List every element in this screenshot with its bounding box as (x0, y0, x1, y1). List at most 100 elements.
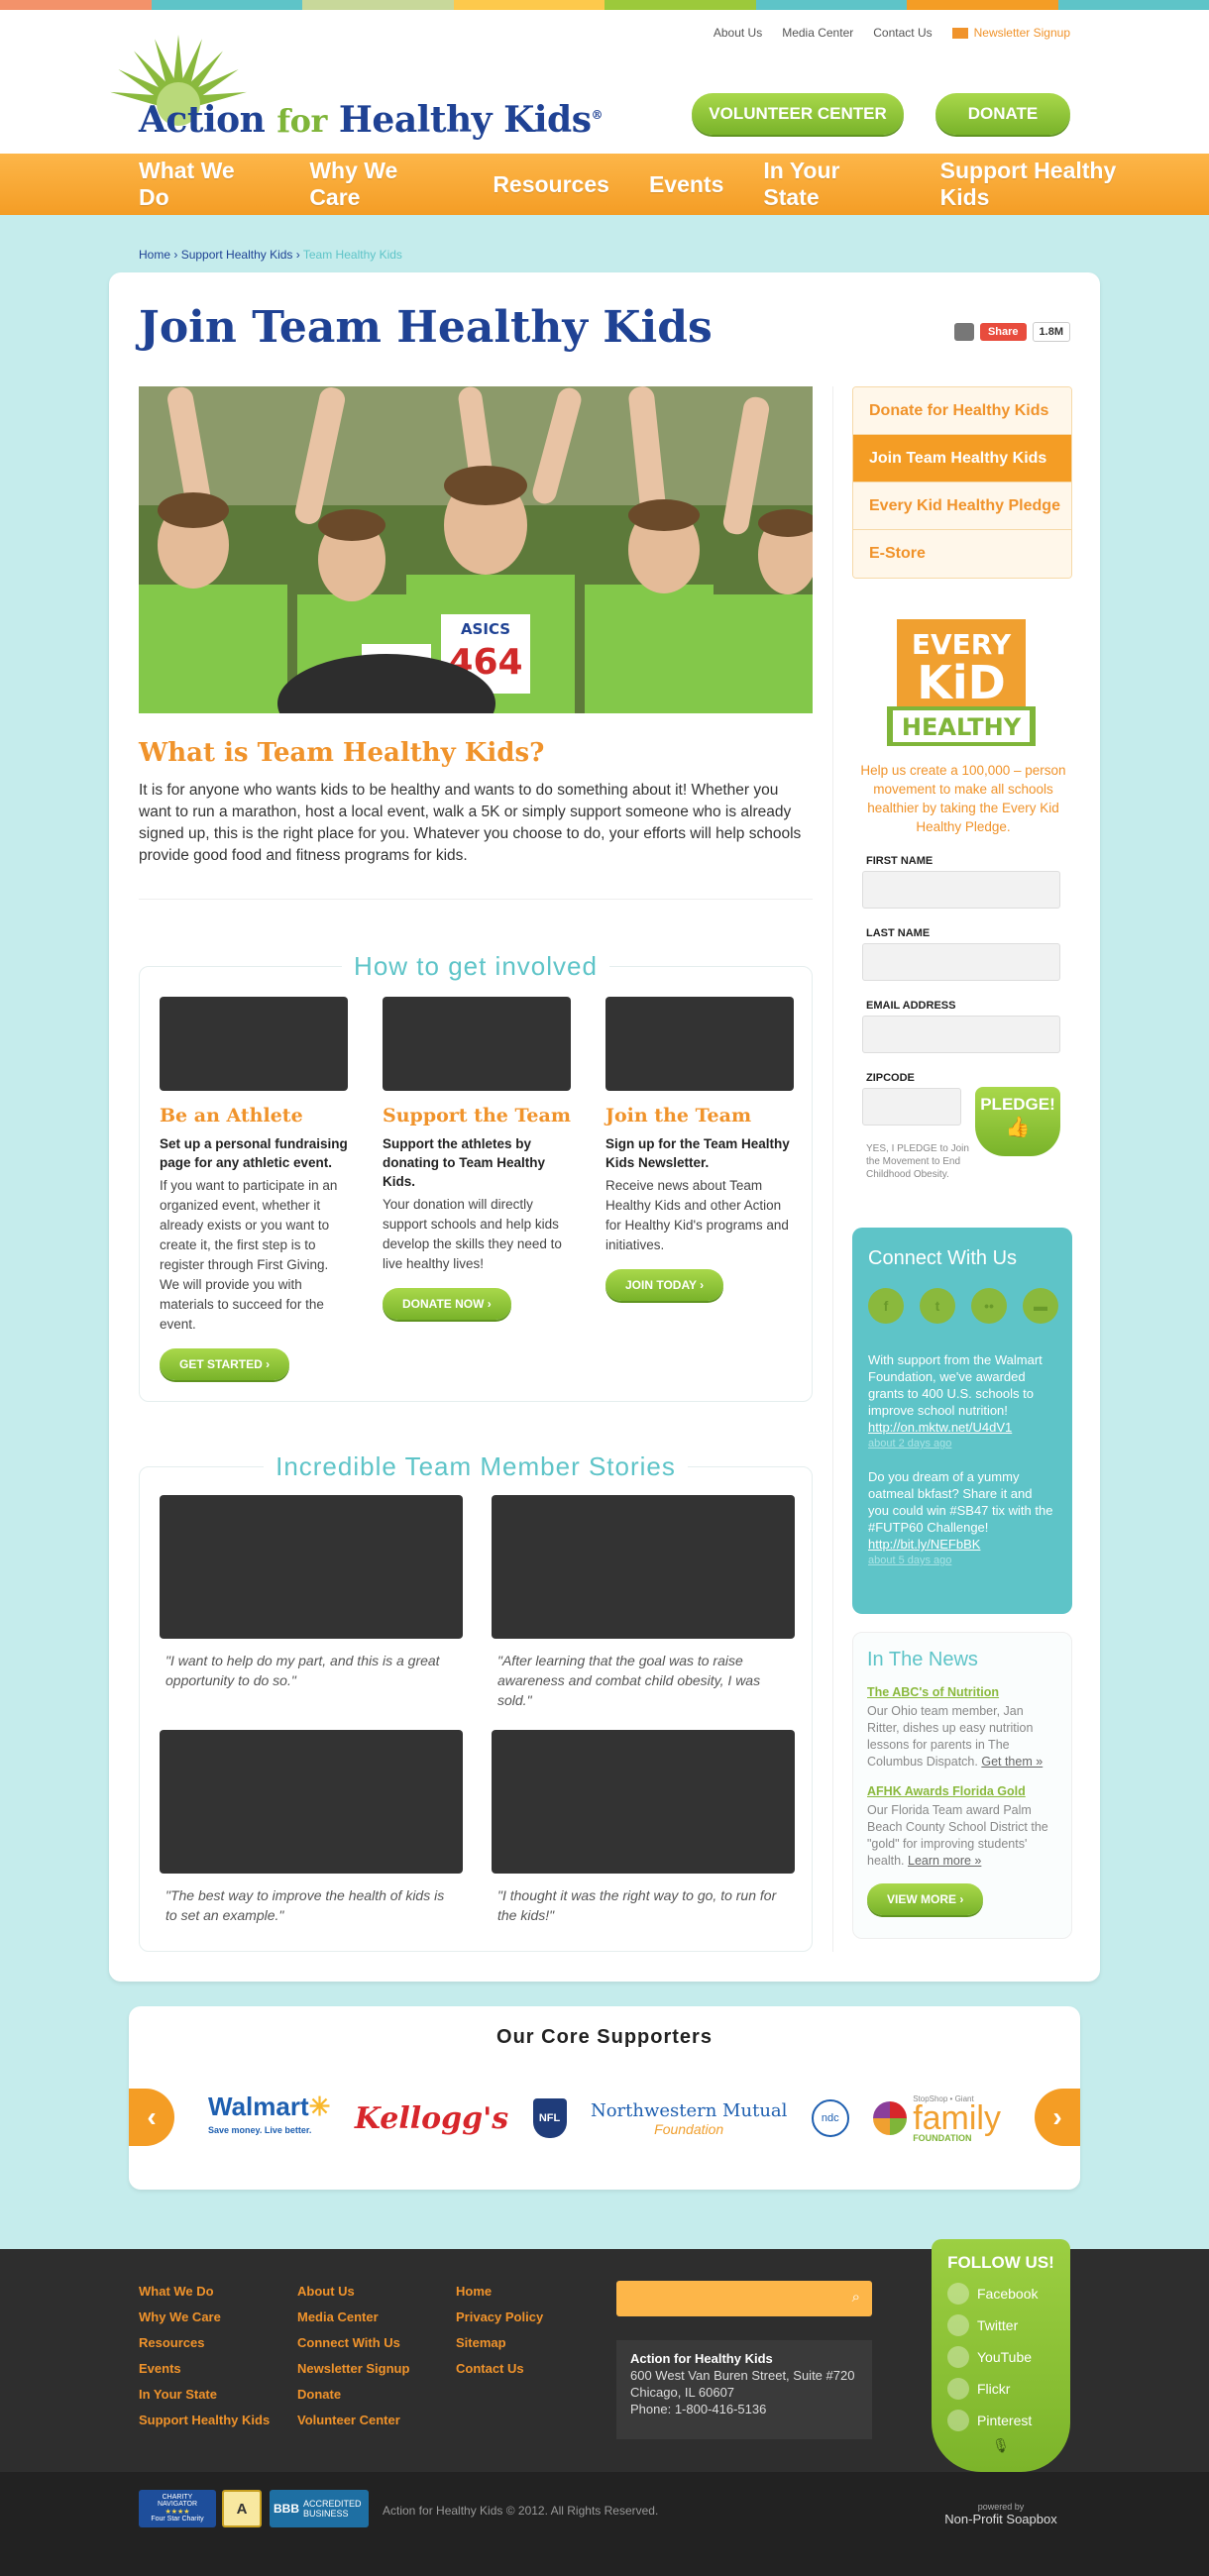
story-video[interactable] (160, 1495, 463, 1639)
tweet-time[interactable]: about 5 days ago (868, 1553, 1056, 1569)
subnav-estore[interactable]: E-Store (853, 530, 1071, 578)
story-video[interactable] (492, 1495, 795, 1639)
tweet-link[interactable]: http://bit.ly/NEFbBK (868, 1537, 980, 1552)
subnav-join-team[interactable]: Join Team Healthy Kids (853, 435, 1071, 483)
nfl-logo[interactable]: NFL (532, 2098, 567, 2138)
footer-link[interactable]: Donate (297, 2382, 409, 2408)
address-line1: 600 West Van Buren Street, Suite #720 (630, 2368, 855, 2383)
walmart-logo[interactable]: Walmart✳ Save money. Live better. (208, 2092, 331, 2142)
newsletter-link[interactable]: Newsletter Signup (951, 26, 1070, 40)
a-rating-badge[interactable]: A (222, 2490, 262, 2527)
footer-link[interactable]: Support Healthy Kids (139, 2408, 270, 2433)
footer-link[interactable]: Volunteer Center (297, 2408, 409, 2433)
first-name-label: FIRST NAME (866, 855, 934, 867)
walmart-spark-icon: ✳ (308, 2092, 331, 2121)
email-field[interactable] (862, 1016, 1060, 1053)
facebook-icon[interactable]: f (868, 1288, 904, 1324)
subnav-pledge[interactable]: Every Kid Healthy Pledge (853, 483, 1071, 530)
site-header: About Us Media Center Contact Us Newslet… (0, 10, 1209, 154)
share-button[interactable]: Share (979, 323, 1027, 341)
follow-flickr[interactable]: Flickr (932, 2378, 1070, 2400)
footer-link[interactable]: Media Center (297, 2305, 409, 2330)
view-more-button[interactable]: VIEW MORE › (867, 1883, 984, 1915)
news-item-more[interactable]: Learn more » (908, 1854, 981, 1868)
kelloggs-logo[interactable]: Kellogg's (355, 2101, 508, 2136)
walmart-name: Walmart (208, 2092, 309, 2121)
footer-col-2: About Us Media Center Connect With Us Ne… (297, 2279, 409, 2433)
footer-link[interactable]: Home (456, 2279, 543, 2305)
carousel-prev-arrow[interactable]: ‹ (129, 2089, 174, 2146)
involve-col-join: Join the Team Sign up for the Team Healt… (605, 997, 794, 1301)
carousel-next-arrow[interactable]: › (1035, 2089, 1080, 2146)
involved-title-text: How to get involved (342, 951, 609, 981)
charity-navigator-badge[interactable]: CHARITY NAVIGATOR ★★★★ Four Star Charity (139, 2490, 216, 2527)
ndc-logo[interactable]: ndc (811, 2099, 849, 2137)
newsletter-label: Newsletter Signup (973, 26, 1070, 40)
youtube-icon[interactable]: ▬ (1023, 1288, 1058, 1324)
subnav-donate[interactable]: Donate for Healthy Kids (853, 387, 1071, 435)
footer-link[interactable]: What We Do (139, 2279, 270, 2305)
last-name-label: LAST NAME (866, 927, 931, 939)
pledge-button[interactable]: PLEDGE! 👍 (975, 1087, 1060, 1156)
tweet-link[interactable]: http://on.mktw.net/U4dV1 (868, 1420, 1012, 1435)
flickr-icon[interactable]: •• (971, 1288, 1007, 1324)
breadcrumb-home[interactable]: Home (139, 248, 170, 262)
footer-link[interactable]: Newsletter Signup (297, 2356, 409, 2382)
nav-support-healthy-kids[interactable]: Support Healthy Kids (940, 158, 1169, 211)
follow-label: Pinterest (977, 2413, 1033, 2428)
get-started-button[interactable]: GET STARTED › (160, 1348, 290, 1380)
follow-facebook[interactable]: Facebook (932, 2283, 1070, 2305)
footer-link[interactable]: Connect With Us (297, 2330, 409, 2356)
tweet-time[interactable]: about 2 days ago (868, 1436, 1056, 1452)
contact-link[interactable]: Contact Us (873, 26, 932, 40)
search-icon[interactable]: ⌕ (852, 2289, 860, 2306)
news-item-title[interactable]: The ABC's of Nutrition (867, 1685, 1057, 1699)
footer-link[interactable]: Privacy Policy (456, 2305, 543, 2330)
powered-by[interactable]: powered by Non-Profit Soapbox (932, 2502, 1070, 2526)
bbb-badge[interactable]: BBB ACCREDITED BUSINESS (270, 2490, 369, 2527)
story-video[interactable] (492, 1730, 795, 1874)
media-center-link[interactable]: Media Center (782, 26, 853, 40)
footer-link[interactable]: Sitemap (456, 2330, 543, 2356)
about-link[interactable]: About Us (714, 26, 762, 40)
donate-now-button[interactable]: DONATE NOW › (383, 1288, 511, 1320)
intro-heading: What is Team Healthy Kids? (139, 738, 545, 768)
stories-title-text: Incredible Team Member Stories (264, 1451, 688, 1481)
news-item-title[interactable]: AFHK Awards Florida Gold (867, 1784, 1057, 1798)
follow-twitter[interactable]: Twitter (932, 2314, 1070, 2336)
footer-link[interactable]: Why We Care (139, 2305, 270, 2330)
twitter-icon[interactable]: t (920, 1288, 955, 1324)
volunteer-center-button[interactable]: VOLUNTEER CENTER (692, 93, 904, 135)
intro-text: It is for anyone who wants kids to be he… (139, 782, 802, 864)
zipcode-field[interactable] (862, 1088, 961, 1126)
news-title: In The News (867, 1649, 978, 1670)
story-video[interactable] (160, 1730, 463, 1874)
join-today-button[interactable]: JOIN TODAY › (605, 1269, 724, 1301)
follow-label: Flickr (977, 2381, 1011, 2397)
breadcrumb-parent[interactable]: Support Healthy Kids (181, 248, 293, 262)
nav-events[interactable]: Events (649, 171, 723, 198)
print-icon[interactable] (953, 323, 974, 341)
donate-button[interactable]: DONATE (935, 93, 1070, 135)
nav-resources[interactable]: Resources (493, 171, 609, 198)
nav-why-we-care[interactable]: Why We Care (309, 158, 453, 211)
site-logo[interactable]: Action for Healthy Kids® (109, 30, 604, 149)
last-name-field[interactable] (862, 943, 1060, 981)
footer-link[interactable]: Contact Us (456, 2356, 543, 2382)
story-quote: "I thought it was the right way to go, t… (497, 1887, 777, 1923)
family-foundation-logo[interactable]: StopShop • Giant family FOUNDATION (873, 2094, 1001, 2143)
news-item-more[interactable]: Get them » (981, 1755, 1043, 1769)
footer-link[interactable]: In Your State (139, 2382, 270, 2408)
share-count: 1.8M (1032, 322, 1070, 342)
first-name-field[interactable] (862, 871, 1060, 909)
footer-link[interactable]: About Us (297, 2279, 409, 2305)
follow-youtube[interactable]: YouTube (932, 2346, 1070, 2368)
footer-search-input[interactable]: ⌕ (616, 2281, 872, 2316)
nav-in-your-state[interactable]: In Your State (763, 158, 900, 211)
follow-pinterest[interactable]: Pinterest (932, 2410, 1070, 2431)
northwestern-mutual-logo[interactable]: Northwestern Mutual Foundation (591, 2100, 787, 2137)
involve-col-support: Support the Team Support the athletes by… (383, 997, 571, 1320)
nav-what-we-do[interactable]: What We Do (139, 158, 270, 211)
footer-link[interactable]: Resources (139, 2330, 270, 2356)
footer-link[interactable]: Events (139, 2356, 270, 2382)
